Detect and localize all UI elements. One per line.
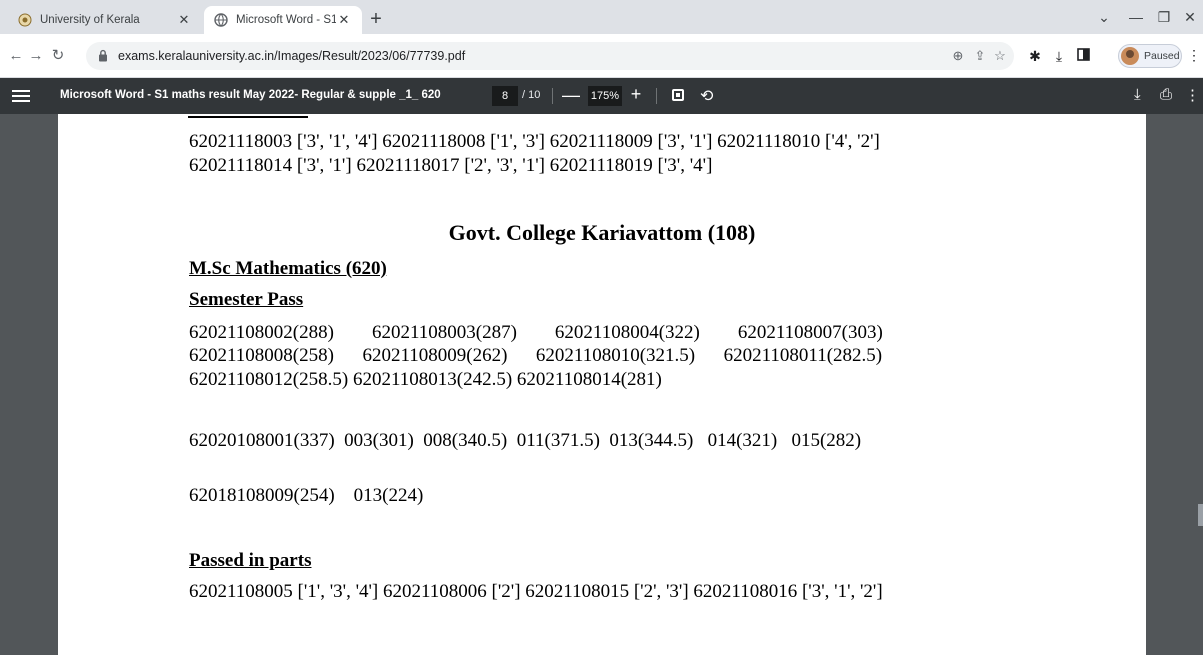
college-heading: Govt. College Kariavattom (108) <box>448 220 756 245</box>
maximize-button[interactable]: ❐ <box>1152 8 1176 26</box>
pdf-document-title: Microsoft Word - S1 maths result May 202… <box>60 89 441 101</box>
result-line: 62021108012(258.5) 62021108013(242.5) 62… <box>189 369 662 390</box>
tab-university-of-kerala[interactable]: University of Kerala ✕ <box>8 6 202 34</box>
zoom-level-input[interactable]: 175% <box>588 86 622 106</box>
profile-status: Paused <box>1144 50 1180 62</box>
address-bar[interactable]: exams.keralauniversity.ac.in/Images/Resu… <box>86 42 1014 70</box>
tab-title: Microsoft Word - S1 maths result <box>236 14 336 26</box>
bookmark-star-icon[interactable]: ☆ <box>992 48 1008 64</box>
zoom-out-button[interactable]: — <box>562 85 580 106</box>
tab-search-chevron-icon[interactable]: ⌄ <box>1092 8 1116 26</box>
university-favicon-icon <box>18 13 32 27</box>
side-panel-icon[interactable] <box>1074 47 1092 65</box>
result-line: 62020108001(337) 003(301) 008(340.5) 011… <box>189 430 862 451</box>
rotate-icon[interactable]: ⟲ <box>700 86 713 106</box>
extensions-puzzle-icon[interactable]: ✱ <box>1026 47 1044 65</box>
fit-to-page-icon[interactable] <box>672 89 684 101</box>
result-line: 62021108002(288) 62021108003(287) 620211… <box>189 322 883 343</box>
close-icon[interactable]: ✕ <box>176 12 192 28</box>
pdf-page: 62021118003 ['3', '1', '4'] 62021118008 … <box>58 114 1146 655</box>
course-heading: M.Sc Mathematics (620) <box>189 258 387 279</box>
tab-title: University of Kerala <box>40 14 140 26</box>
clipped-heading-underline <box>188 114 308 118</box>
download-pdf-icon[interactable]: ⤓ <box>1134 86 1141 103</box>
zoom-in-button[interactable]: + <box>628 84 644 105</box>
download-icon[interactable]: ⤓ <box>1050 47 1068 65</box>
result-line: 62018108009(254) 013(224) <box>189 485 424 506</box>
print-icon[interactable]: ⎙ <box>1160 86 1172 103</box>
scrollbar-thumb[interactable] <box>1198 504 1203 526</box>
zoom-magnifier-icon[interactable]: ⊕ <box>950 48 966 64</box>
share-icon[interactable]: ⇪ <box>972 48 988 64</box>
result-line: 62021108008(258) 62021108009(262) 620211… <box>189 345 883 366</box>
hamburger-menu-icon[interactable] <box>12 87 30 105</box>
avatar <box>1121 47 1139 65</box>
browser-toolbar: ← → ↻ exams.keralauniversity.ac.in/Image… <box>0 34 1203 78</box>
forward-arrow-icon[interactable]: → <box>26 46 46 66</box>
minimize-button[interactable]: — <box>1124 8 1148 26</box>
url-text: exams.keralauniversity.ac.in/Images/Resu… <box>118 49 466 63</box>
back-arrow-icon[interactable]: ← <box>6 46 26 66</box>
lock-icon <box>98 49 108 67</box>
close-window-button[interactable]: ✕ <box>1178 8 1202 26</box>
tab-microsoft-word-pdf[interactable]: Microsoft Word - S1 maths result ✕ <box>204 6 362 34</box>
close-icon[interactable]: ✕ <box>336 12 352 28</box>
browser-menu-icon[interactable]: ⋮ <box>1187 47 1201 64</box>
result-line: 62021118003 ['3', '1', '4'] 62021118008 … <box>189 131 880 152</box>
reload-icon[interactable]: ↻ <box>48 46 68 66</box>
page-total: / 10 <box>522 89 541 101</box>
profile-paused-button[interactable]: Paused <box>1118 44 1182 68</box>
toolbar-divider <box>552 88 553 104</box>
page-number-input[interactable]: 8 <box>492 86 518 106</box>
pdf-toolbar: Microsoft Word - S1 maths result May 202… <box>0 78 1203 114</box>
tab-strip: University of Kerala ✕ Microsoft Word - … <box>0 0 1203 34</box>
passed-in-parts-heading: Passed in parts <box>189 550 312 571</box>
semester-pass-heading: Semester Pass <box>189 289 304 310</box>
new-tab-button[interactable]: + <box>366 9 386 30</box>
more-options-icon[interactable]: ⋮ <box>1185 86 1200 104</box>
toolbar-divider <box>656 88 657 104</box>
result-line: 62021118014 ['3', '1'] 62021118017 ['2',… <box>189 155 713 176</box>
pdf-viewer[interactable]: 62021118003 ['3', '1', '4'] 62021118008 … <box>0 114 1203 655</box>
result-line: 62021108005 ['1', '3', '4'] 62021108006 … <box>189 581 883 602</box>
globe-icon <box>214 13 228 27</box>
